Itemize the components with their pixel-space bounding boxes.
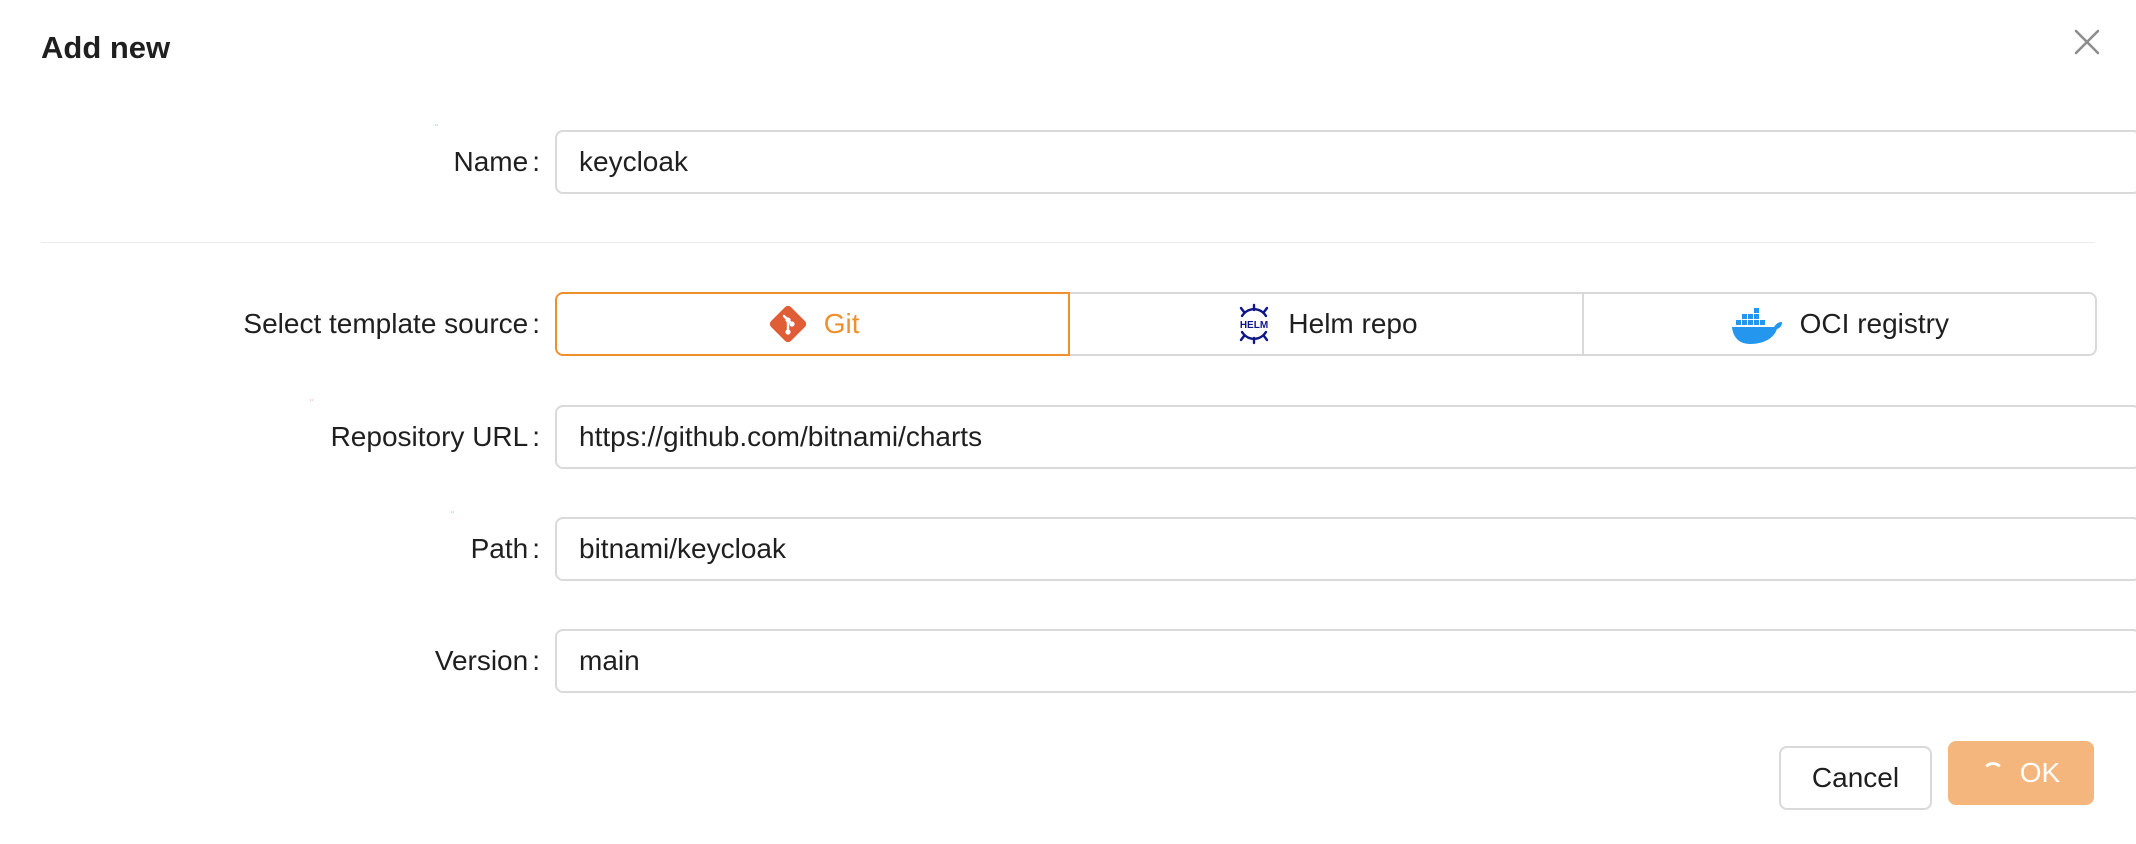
name-label: Name:	[453, 146, 540, 177]
version-input[interactable]	[555, 629, 2136, 693]
template-source-label: Select template source:	[243, 308, 540, 339]
close-icon[interactable]	[2072, 27, 2102, 57]
required-marker: ¨	[451, 510, 454, 520]
template-source-segmented: Git HELM Helm repo OCI registry	[555, 292, 2097, 356]
ok-label: OK	[2019, 757, 2061, 788]
cancel-button[interactable]: Cancel	[1779, 746, 1932, 810]
template-source-helm[interactable]: HELM Helm repo	[1068, 292, 1584, 356]
svg-text:HELM: HELM	[1240, 320, 1268, 331]
version-row: Version:	[0, 629, 2136, 693]
docker-icon	[1730, 302, 1786, 346]
name-row: ¨ Name:	[0, 124, 2136, 194]
required-marker: ¨	[310, 398, 313, 408]
repository-url-row: ¨ Repository URL:	[0, 399, 2136, 469]
version-label: Version:	[434, 645, 540, 676]
git-icon	[766, 302, 810, 346]
path-input[interactable]	[555, 517, 2136, 581]
template-source-label-helm: Helm repo	[1288, 308, 1418, 339]
template-source-git[interactable]: Git	[555, 292, 1071, 356]
template-source-label-oci: OCI registry	[1799, 308, 1949, 339]
template-source-oci[interactable]: OCI registry	[1581, 292, 2097, 356]
path-row: ¨ Path:	[0, 511, 2136, 581]
name-input[interactable]	[555, 130, 2136, 194]
loading-spinner-icon	[1981, 762, 2004, 784]
ok-button[interactable]: OK	[1948, 741, 2094, 805]
repository-url-input[interactable]	[555, 405, 2136, 469]
helm-icon: HELM	[1234, 302, 1274, 346]
dialog-title: Add new	[41, 30, 171, 65]
repository-url-label: Repository URL:	[330, 421, 540, 452]
divider	[41, 242, 2094, 243]
path-label: Path:	[470, 533, 540, 564]
template-source-label-git: Git	[823, 308, 860, 339]
add-new-dialog: Add new ¨ Name: Select template source:	[0, 0, 2136, 844]
cancel-label: Cancel	[1811, 762, 1900, 793]
required-marker: ¨	[435, 123, 438, 133]
